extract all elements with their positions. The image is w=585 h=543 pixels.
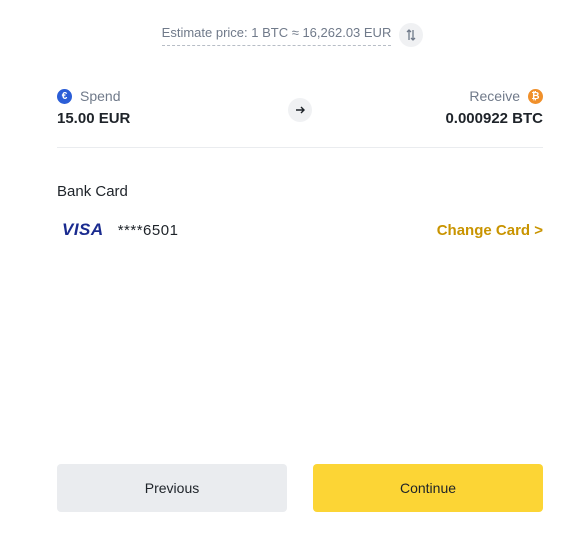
swap-vertical-icon[interactable] <box>399 23 424 47</box>
card-number: ****6501 <box>117 221 179 239</box>
divider <box>57 147 543 148</box>
previous-button[interactable]: Previous <box>57 464 287 512</box>
card-row: VISA ****6501 Change Card > <box>57 220 543 240</box>
spend-label: Spend <box>80 88 121 104</box>
bank-card-title: Bank Card <box>57 183 128 200</box>
spend-block: € Spend 15.00 EUR <box>57 88 130 127</box>
receive-amount: 0.000922 BTC <box>445 110 543 127</box>
estimate-price-row: Estimate price: 1 BTC ≈ 16,262.03 EUR <box>0 23 585 47</box>
euro-coin-icon: € <box>57 88 72 104</box>
spend-amount: 15.00 EUR <box>57 110 131 127</box>
conversion-summary: € Spend 15.00 EUR Receive ₿ 0.000922 BTC <box>57 88 543 127</box>
change-card-link[interactable]: Change Card > <box>437 222 543 239</box>
arrow-right-icon <box>288 98 312 122</box>
payment-method-section: Bank Card VISA ****6501 Change Card > <box>57 183 543 240</box>
visa-logo-icon: VISA <box>62 220 104 239</box>
receive-block: Receive ₿ 0.000922 BTC <box>445 88 543 127</box>
receive-label: Receive <box>469 88 520 104</box>
continue-button[interactable]: Continue <box>313 464 543 512</box>
estimate-price-text: Estimate price: 1 BTC ≈ 16,262.03 EUR <box>161 24 392 46</box>
bitcoin-coin-icon: ₿ <box>528 88 543 104</box>
